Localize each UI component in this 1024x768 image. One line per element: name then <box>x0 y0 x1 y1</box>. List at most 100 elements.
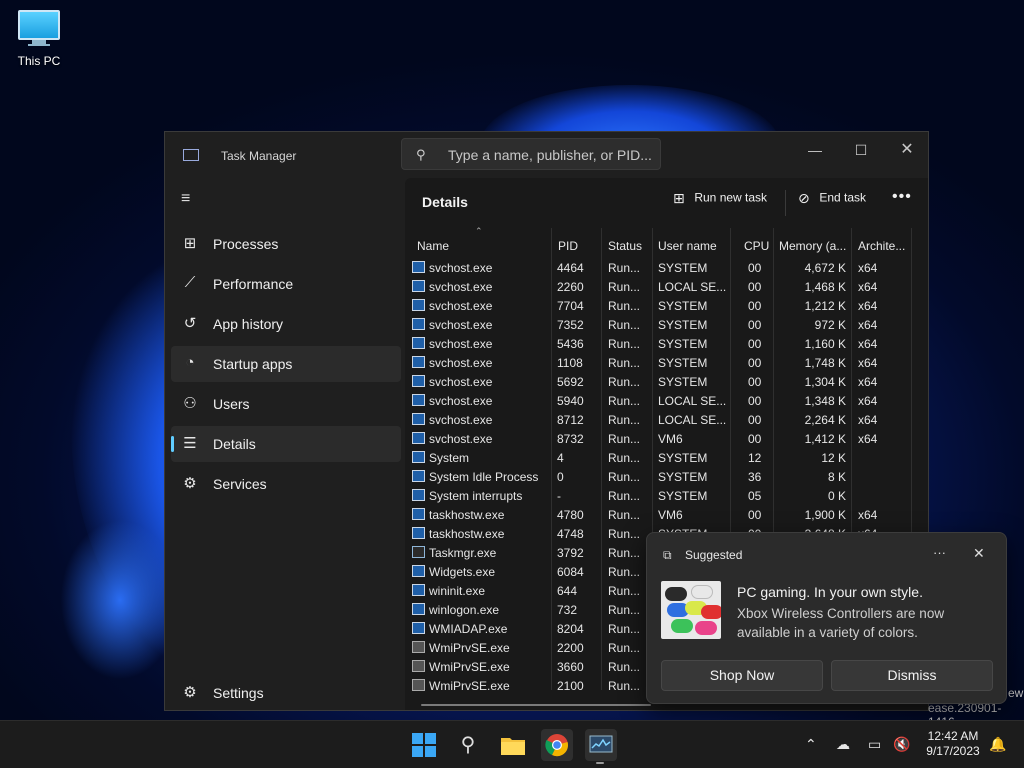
process-memory: 12 K <box>821 451 846 465</box>
notification-more-button[interactable]: ··· <box>933 545 946 560</box>
process-name: svchost.exe <box>429 280 493 294</box>
process-architecture: x64 <box>858 299 878 313</box>
nav-item-details[interactable]: ☰ Details <box>171 426 401 462</box>
table-row[interactable]: svchost.exe 7704 Run... SYSTEM 00 1,212 K x64 <box>405 296 911 315</box>
wmi-provider-icon <box>412 660 425 672</box>
close-button[interactable]: ✕ <box>884 136 930 164</box>
table-row[interactable]: svchost.exe 8732 Run... VM6 00 1,412 K x64 <box>405 429 911 448</box>
toolbar-divider <box>785 190 786 216</box>
dismiss-button[interactable]: Dismiss <box>831 660 993 691</box>
system-process-icon <box>412 489 425 501</box>
chevron-up-icon[interactable]: ⌃ <box>805 736 817 753</box>
process-user: SYSTEM <box>658 375 708 389</box>
system-process-icon <box>412 451 425 463</box>
table-row[interactable]: svchost.exe 5692 Run... SYSTEM 00 1,304 K x64 <box>405 372 911 391</box>
table-row[interactable]: svchost.exe 5940 Run... LOCAL SE... 00 1,348 … <box>405 391 911 410</box>
process-status: Run... <box>608 603 641 617</box>
table-row[interactable]: System 4 Run... SYSTEM 12 12 K <box>405 448 911 467</box>
run-new-task-label: Run new task <box>694 190 768 205</box>
monitor-icon <box>14 10 64 46</box>
process-user: VM6 <box>658 508 683 522</box>
nav-item-settings[interactable]: ⚙ Settings <box>171 675 401 711</box>
process-name: svchost.exe <box>429 432 493 446</box>
process-icon <box>412 527 425 539</box>
onedrive-icon[interactable]: ☁ <box>836 736 850 753</box>
table-row[interactable]: svchost.exe 2260 Run... LOCAL SE... 00 1,468 … <box>405 277 911 296</box>
chrome-icon[interactable] <box>541 729 573 761</box>
column-header-status[interactable]: Status <box>608 239 642 253</box>
column-header-architecture[interactable]: Archite... <box>858 239 905 253</box>
controller-black-icon <box>665 587 687 601</box>
column-header-user[interactable]: User name <box>658 239 717 253</box>
process-architecture: x64 <box>858 508 878 522</box>
controller-pink-icon <box>695 621 717 635</box>
process-pid: 4780 <box>557 508 584 522</box>
notification-bell-icon[interactable]: 🔔 <box>989 736 1006 753</box>
column-header-cpu[interactable]: CPU <box>744 239 769 253</box>
hamburger-icon[interactable]: ≡ <box>181 191 197 207</box>
table-row[interactable]: taskhostw.exe 4780 Run... VM6 00 1,900 K x64 <box>405 505 911 524</box>
process-pid: - <box>557 489 561 503</box>
nav-label: Details <box>213 436 256 452</box>
process-cpu: 00 <box>748 299 762 313</box>
maximize-button[interactable]: ☐ <box>838 136 884 164</box>
end-task-button[interactable]: ⊘ End task <box>798 190 866 214</box>
processes-icon: ⊞ <box>183 235 197 252</box>
controller-green-icon <box>671 619 693 633</box>
process-pid: 6084 <box>557 565 584 579</box>
process-cpu: 00 <box>748 318 762 332</box>
task-manager-icon[interactable] <box>585 729 617 761</box>
process-name: svchost.exe <box>429 394 493 408</box>
start-button[interactable] <box>408 729 440 761</box>
process-status: Run... <box>608 470 641 484</box>
notification-close-button[interactable]: ✕ <box>973 545 985 562</box>
nav-item-processes[interactable]: ⊞ Processes <box>171 226 401 262</box>
process-name: taskhostw.exe <box>429 508 505 522</box>
volume-muted-icon[interactable]: 🔇 <box>893 736 910 753</box>
table-row[interactable]: svchost.exe 8712 Run... LOCAL SE... 00 2,264 … <box>405 410 911 429</box>
shop-now-button[interactable]: Shop Now <box>661 660 823 691</box>
service-host-icon <box>412 413 425 425</box>
run-new-task-button[interactable]: ⊞ Run new task <box>673 190 767 214</box>
column-header-pid[interactable]: PID <box>558 239 578 253</box>
horizontal-scrollbar[interactable] <box>421 704 651 706</box>
nav-item-users[interactable]: ⚇ Users <box>171 386 401 422</box>
title-bar[interactable]: Task Manager ⚲ — ☐ ✕ <box>165 132 928 178</box>
search-icon[interactable]: ⚲ <box>452 729 484 761</box>
more-options-button[interactable]: ••• <box>892 188 912 206</box>
column-header-name[interactable]: Name <box>417 239 449 253</box>
service-host-icon <box>412 261 425 273</box>
process-memory: 4,672 K <box>804 261 846 275</box>
process-status: Run... <box>608 546 641 560</box>
process-name: System interrupts <box>429 489 523 503</box>
date: 9/17/2023 <box>926 744 980 758</box>
process-memory: 1,748 K <box>804 356 846 370</box>
process-status: Run... <box>608 641 641 655</box>
suggestion-notification[interactable]: ⧉ Suggested ··· ✕ PC gaming. In your own… <box>646 532 1007 704</box>
table-row[interactable]: svchost.exe 5436 Run... SYSTEM 00 1,160 K x64 <box>405 334 911 353</box>
nav-item-app-history[interactable]: ↺ App history <box>171 306 401 342</box>
clock[interactable]: 12:42 AM 9/17/2023 <box>920 729 986 759</box>
nav-item-services[interactable]: ⚙ Services <box>171 466 401 502</box>
wmi-provider-icon <box>412 679 425 691</box>
process-architecture: x64 <box>858 356 878 370</box>
network-icon[interactable]: ▭ <box>868 736 881 753</box>
nav-item-performance[interactable]: ⟋ Performance <box>171 266 401 302</box>
minimize-button[interactable]: — <box>792 136 838 164</box>
process-name: WMIADAP.exe <box>429 622 508 636</box>
table-row[interactable]: svchost.exe 1108 Run... SYSTEM 00 1,748 K x64 <box>405 353 911 372</box>
nav-item-startup-apps[interactable]: ◔ Startup apps <box>171 346 401 382</box>
table-row[interactable]: System Idle Process 0 Run... SYSTEM 36 8 K <box>405 467 911 486</box>
process-pid: 644 <box>557 584 578 598</box>
file-explorer-icon[interactable] <box>497 729 529 761</box>
search-input[interactable] <box>448 144 653 166</box>
process-memory: 2,264 K <box>804 413 846 427</box>
table-row[interactable]: System interrupts - Run... SYSTEM 05 0 K <box>405 486 911 505</box>
process-name: svchost.exe <box>429 375 493 389</box>
table-row[interactable]: svchost.exe 7352 Run... SYSTEM 00 972 K x64 <box>405 315 911 334</box>
process-status: Run... <box>608 584 641 598</box>
desktop-icon-this-pc[interactable]: This PC <box>14 10 64 68</box>
column-header-memory[interactable]: Memory (a... <box>779 239 846 253</box>
table-row[interactable]: svchost.exe 4464 Run... SYSTEM 00 4,672 K x64 <box>405 258 911 277</box>
search-box[interactable]: ⚲ <box>401 138 661 170</box>
